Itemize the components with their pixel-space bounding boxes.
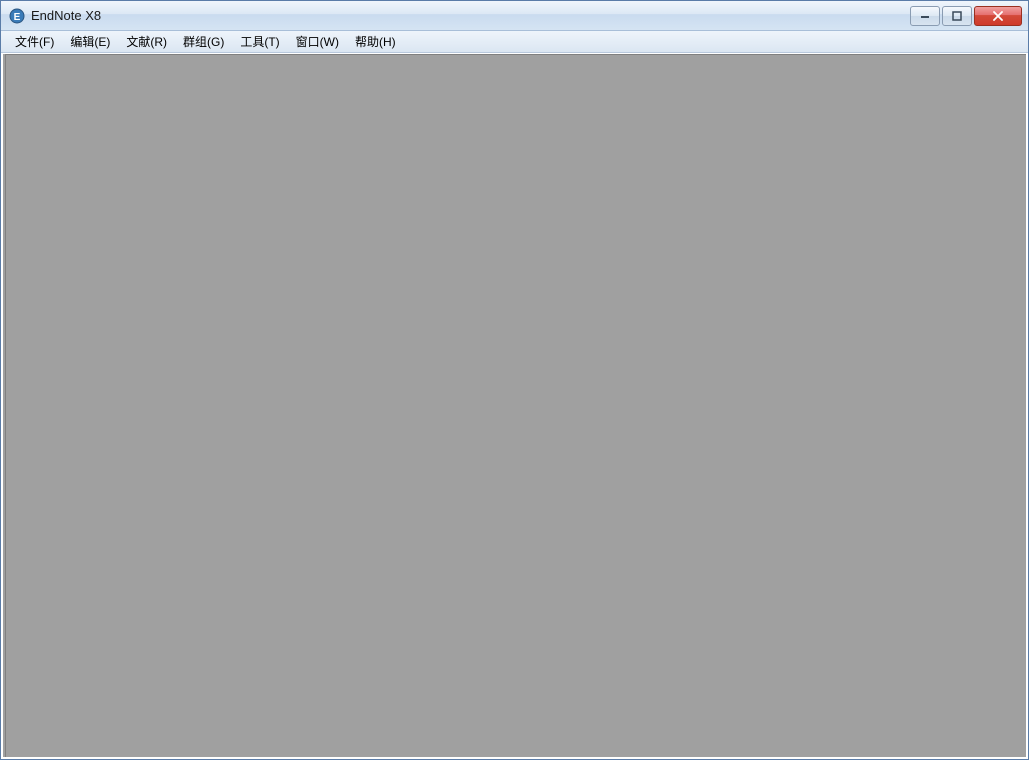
window-controls [910,6,1022,26]
app-icon: E [9,8,25,24]
menu-file[interactable]: 文件(F) [7,31,62,52]
maximize-button[interactable] [942,6,972,26]
workspace-border [5,54,1026,757]
menu-tools[interactable]: 工具(T) [232,31,287,52]
mdi-client-area [1,53,1028,759]
menu-window[interactable]: 窗口(W) [288,31,347,52]
menu-edit[interactable]: 编辑(E) [62,31,118,52]
empty-workspace [5,54,1026,757]
menubar: 文件(F) 编辑(E) 文献(R) 群组(G) 工具(T) 窗口(W) 帮助(H… [1,31,1028,53]
window-title: EndNote X8 [31,8,910,23]
close-button[interactable] [974,6,1022,26]
menu-help[interactable]: 帮助(H) [347,31,404,52]
minimize-button[interactable] [910,6,940,26]
titlebar[interactable]: E EndNote X8 [1,1,1028,31]
application-window: E EndNote X8 文件(F) 编辑(E) 文 [0,0,1029,760]
svg-text:E: E [14,12,21,23]
menu-groups[interactable]: 群组(G) [175,31,232,52]
menu-references[interactable]: 文献(R) [118,31,175,52]
